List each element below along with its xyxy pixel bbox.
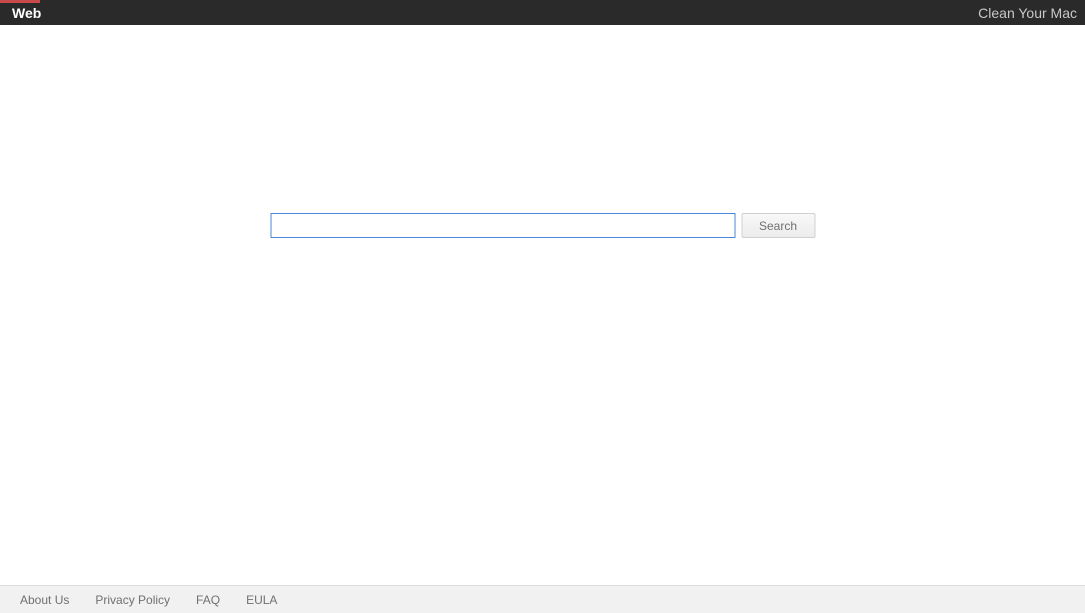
search-input[interactable] (270, 213, 735, 238)
main-content: Search (0, 25, 1085, 585)
top-accent-bar (0, 0, 40, 3)
footer-link-faq[interactable]: FAQ (196, 593, 220, 607)
search-container: Search (270, 213, 815, 238)
footer-bar: About Us Privacy Policy FAQ EULA (0, 585, 1085, 613)
header-title: Web (12, 5, 41, 21)
footer-link-privacy-policy[interactable]: Privacy Policy (95, 593, 170, 607)
footer-link-eula[interactable]: EULA (246, 593, 277, 607)
clean-your-mac-link[interactable]: Clean Your Mac (978, 5, 1077, 21)
footer-link-about-us[interactable]: About Us (20, 593, 69, 607)
search-button[interactable]: Search (741, 213, 815, 238)
header-bar: Web Clean Your Mac (0, 0, 1085, 25)
